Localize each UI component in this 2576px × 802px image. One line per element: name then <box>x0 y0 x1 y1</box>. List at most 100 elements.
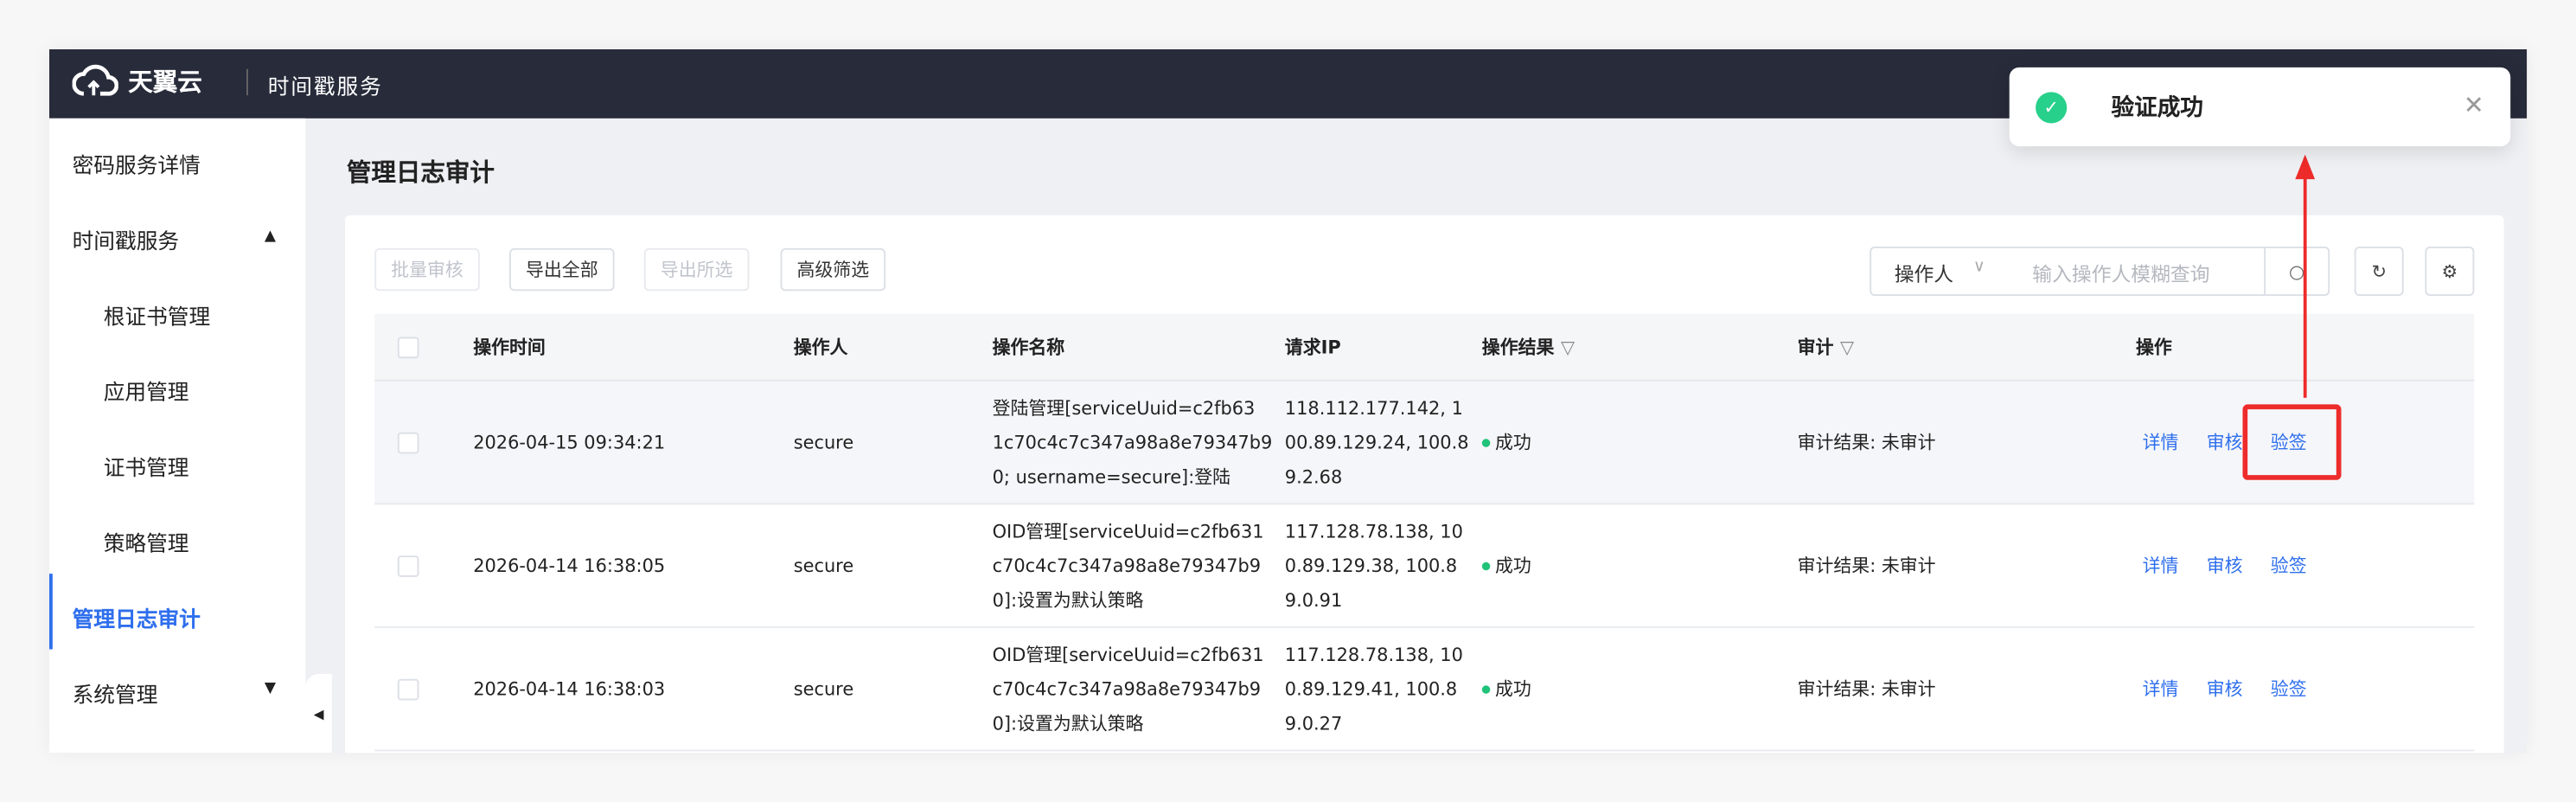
sidebar-item-system[interactable]: 系统管理 <box>73 677 158 709</box>
sidebar-item-policy[interactable]: 策略管理 <box>104 526 189 558</box>
export-all-button[interactable]: 导出全部 <box>509 247 615 292</box>
row-checkbox[interactable] <box>397 431 419 453</box>
cell-name: OID管理[serviceUuid=c2fb631 c70c4c7c347a98a… <box>993 637 1264 741</box>
cell-name-line: OID管理[serviceUuid=c2fb631 <box>992 520 1264 542</box>
search-button[interactable]: ○ <box>2264 247 2328 295</box>
cell-ip-line: 118.112.177.142, 1 <box>1284 396 1463 419</box>
cell-user: secure <box>793 677 854 700</box>
success-toast: ✓ 验证成功 ✕ <box>2009 67 2511 147</box>
search-input[interactable]: 输入操作人模糊查询 <box>2032 260 2209 287</box>
export-selected-button[interactable]: 导出所选 <box>643 247 750 292</box>
check-circle-icon: ✓ <box>2036 92 2068 124</box>
caret-left-icon: ◀ <box>313 706 324 722</box>
sidebar-item-timestamp-service[interactable]: 时间戳服务 <box>73 223 180 255</box>
row-checkbox[interactable] <box>397 677 419 700</box>
cell-ip: 117.128.78.138, 10 0.89.129.38, 100.8 9.0.… <box>1285 514 1463 618</box>
cloud-logo-icon <box>72 64 118 96</box>
divider <box>246 68 248 96</box>
cell-audit: 审计结果: 未审计 <box>1797 677 1936 700</box>
cell-name: 登陆管理[serviceUuid=c2fb63 1c70c4c7c347a98a8… <box>993 390 1273 494</box>
cell-audit: 审计结果: 未审计 <box>1797 431 1936 453</box>
cell-ip-line: 117.128.78.138, 10 <box>1284 520 1463 542</box>
collapse-sidebar-button[interactable]: ◀ <box>305 674 332 754</box>
refresh-button[interactable]: ↻ <box>2354 247 2404 296</box>
caret-down-icon[interactable]: ▼ <box>265 681 276 697</box>
select-all-checkbox[interactable] <box>397 336 419 358</box>
search-field-select[interactable]: 操作人 <box>1895 260 1953 287</box>
app-window: 天翼云 时间戳服务 密码服务详情 时间戳服务 ▲ 根证书管理 应用管理 证书管理… <box>49 49 2528 754</box>
search-box: 操作人 ∨ 输入操作人模糊查询 ○ <box>1870 247 2330 296</box>
header-audit: 审计 <box>1797 336 1834 358</box>
content-card: 批量审核 导出全部 导出所选 高级筛选 操作人 ∨ 输入操作人模糊查询 ○ ↻ … <box>345 215 2504 754</box>
toast-message: 验证成功 <box>2111 95 2203 122</box>
page-title: 管理日志审计 <box>346 157 495 188</box>
sidebar-item-app[interactable]: 应用管理 <box>104 375 189 407</box>
close-icon[interactable]: ✕ <box>2464 91 2484 120</box>
audit-link[interactable]: 审核 <box>2207 671 2243 706</box>
cell-name-line: 0; username=secure]:登陆 <box>992 465 1231 488</box>
cell-name-line: c70c4c7c347a98a8e79347b9 <box>992 555 1262 576</box>
audit-link[interactable]: 审核 <box>2207 425 2243 459</box>
cell-ip-line: 9.2.68 <box>1284 465 1343 488</box>
annotation-arrow <box>2303 157 2307 398</box>
cell-time: 2026-04-15 09:34:21 <box>473 431 666 453</box>
table-row: 2026-04-14 16:38:05 secure OID管理[service… <box>374 504 2475 628</box>
cell-result: 成功 <box>1495 431 1531 453</box>
chevron-down-icon[interactable]: ∨ <box>1973 258 1985 276</box>
verify-signature-link[interactable]: 验签 <box>2271 549 2307 583</box>
cell-name-line: OID管理[serviceUuid=c2fb631 <box>992 643 1264 665</box>
cell-ip-line: 117.128.78.138, 10 <box>1284 643 1463 665</box>
detail-link[interactable]: 详情 <box>2143 425 2179 459</box>
table-header: 操作时间 操作人 操作名称 请求IP 操作结果 ▽ 审计 ▽ 操作 <box>374 313 2475 382</box>
annotation-arrowhead <box>2295 154 2316 180</box>
cell-name: OID管理[serviceUuid=c2fb631 c70c4c7c347a98a… <box>993 514 1264 618</box>
service-name: 时间戳服务 <box>267 75 383 100</box>
sidebar-item-audit-log[interactable]: 管理日志审计 <box>73 601 201 633</box>
cell-ip-line: 9.0.27 <box>1284 712 1343 735</box>
caret-up-icon[interactable]: ▲ <box>265 228 276 245</box>
filter-icon[interactable]: ▽ <box>1561 330 1575 364</box>
verify-signature-link[interactable]: 验签 <box>2271 671 2307 706</box>
brand-name: 天翼云 <box>128 66 202 97</box>
header-time: 操作时间 <box>473 336 546 358</box>
filter-icon[interactable]: ▽ <box>1840 330 1854 364</box>
header-name: 操作名称 <box>992 336 1065 358</box>
logo[interactable]: 天翼云 <box>72 62 202 99</box>
annotation-highlight-box <box>2242 404 2342 480</box>
cell-audit: 审计结果: 未审计 <box>1797 555 1936 576</box>
cell-ip-line: 0.89.129.38, 100.8 <box>1284 555 1458 576</box>
gear-icon: ⚙ <box>2441 260 2458 282</box>
cell-time: 2026-04-14 16:38:05 <box>473 555 666 576</box>
cell-name-line: c70c4c7c347a98a8e79347b9 <box>992 677 1262 700</box>
cell-name-line: 0]:设置为默认策略 <box>992 589 1144 611</box>
sidebar: 密码服务详情 时间戳服务 ▲ 根证书管理 应用管理 证书管理 策略管理 管理日志… <box>49 118 306 754</box>
row-checkbox[interactable] <box>397 555 419 576</box>
audit-link[interactable]: 审核 <box>2207 549 2243 583</box>
active-indicator <box>49 574 53 650</box>
cell-ip-line: 9.0.91 <box>1284 589 1343 611</box>
cell-name-line: 0]:设置为默认策略 <box>992 712 1144 735</box>
header-user: 操作人 <box>793 336 848 358</box>
search-icon: ○ <box>2289 260 2305 282</box>
status-dot <box>1481 561 1491 570</box>
status-dot <box>1481 684 1491 693</box>
cell-user: secure <box>793 431 854 453</box>
advanced-filter-button[interactable]: 高级筛选 <box>780 247 886 292</box>
table-row: 2026-04-14 16:38:03 secure OID管理[service… <box>374 628 2475 752</box>
header-ip: 请求IP <box>1284 336 1341 358</box>
cell-ip-line: 00.89.129.24, 100.8 <box>1284 431 1469 453</box>
stage: 天翼云 时间戳服务 密码服务详情 时间戳服务 ▲ 根证书管理 应用管理 证书管理… <box>0 0 2576 802</box>
detail-link[interactable]: 详情 <box>2143 671 2179 706</box>
status-dot <box>1481 438 1491 446</box>
cell-time: 2026-04-14 16:38:03 <box>473 677 666 700</box>
sidebar-item-cert[interactable]: 证书管理 <box>104 451 189 482</box>
batch-audit-button[interactable]: 批量审核 <box>374 247 480 292</box>
cell-ip: 118.112.177.142, 1 00.89.129.24, 100.8 9.2… <box>1285 390 1469 494</box>
detail-link[interactable]: 详情 <box>2143 549 2179 583</box>
sidebar-item-crypto-service-detail[interactable]: 密码服务详情 <box>73 148 201 180</box>
sidebar-item-root-cert[interactable]: 根证书管理 <box>104 299 211 330</box>
cell-ip-line: 0.89.129.41, 100.8 <box>1284 677 1458 700</box>
cell-user: secure <box>793 555 854 576</box>
settings-button[interactable]: ⚙ <box>2425 247 2475 296</box>
cell-name-line: 1c70c4c7c347a98a8e79347b9 <box>992 431 1273 453</box>
